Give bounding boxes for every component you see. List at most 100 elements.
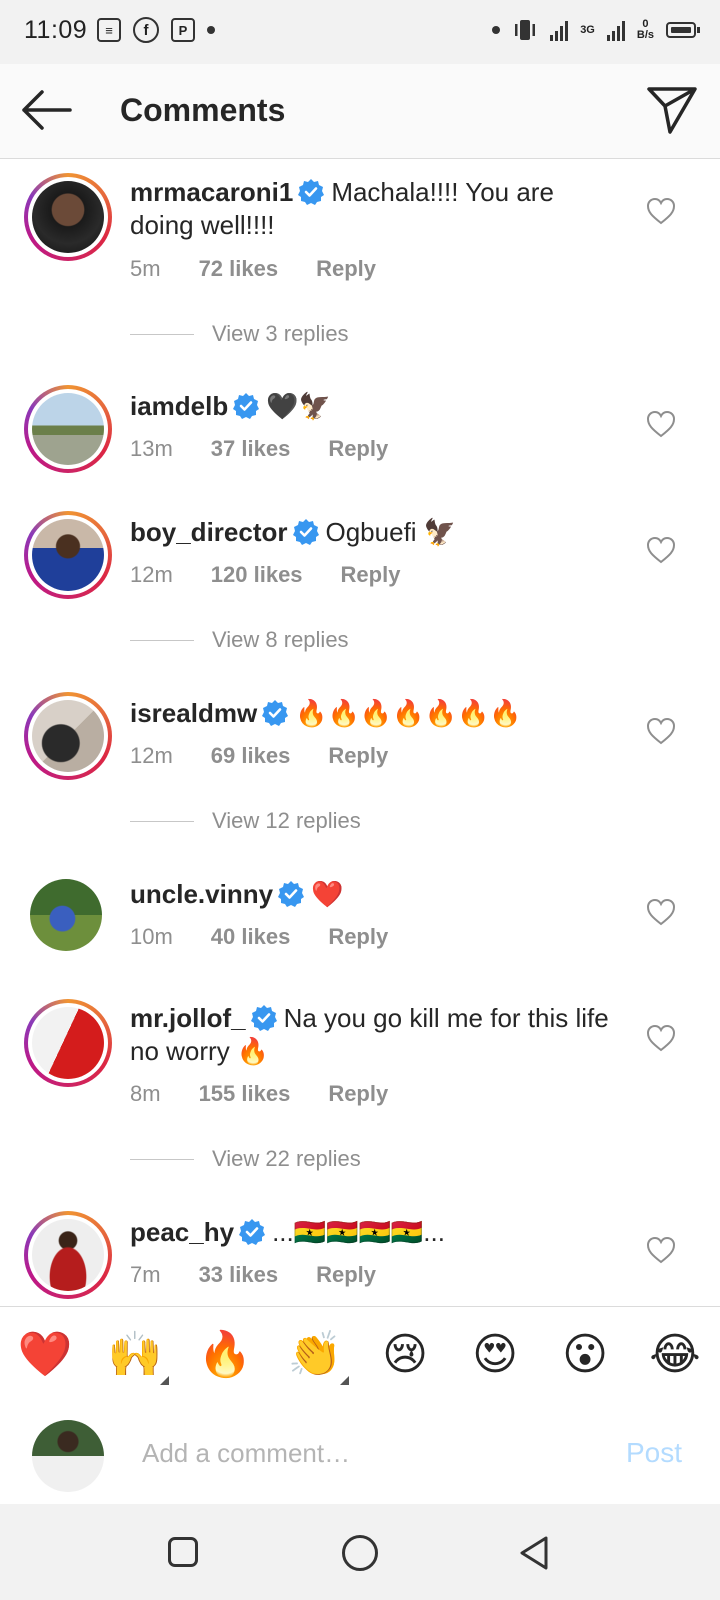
emoji-raised-hands-button[interactable]: 🙌 [105,1325,169,1385]
emoji-clap-button[interactable]: 👏 [285,1325,349,1385]
recent-apps-button[interactable] [168,1537,198,1567]
like-heart-icon[interactable] [646,197,676,225]
reply-button[interactable]: Reply [328,924,388,950]
comment-likes[interactable]: 69 likes [211,743,291,769]
comment-username[interactable]: mr.jollof_ [130,1003,246,1033]
comment-likes[interactable]: 72 likes [199,256,279,282]
comment-likes[interactable]: 40 likes [211,924,291,950]
comment-input[interactable] [142,1431,582,1475]
comment-username[interactable]: iamdelb [130,391,228,421]
page-title: Comments [120,92,286,128]
comment-body: ❤️ [311,879,344,909]
system-back-icon[interactable] [516,1534,552,1572]
comment-time: 8m [130,1081,161,1106]
like-heart-icon[interactable] [646,410,676,438]
reply-button[interactable]: Reply [316,256,376,282]
comment-meta: 10m 40 likes Reply [130,924,388,950]
comments-list[interactable]: mrmacaroni1 Machala!!!! You are doing wel… [0,159,720,1306]
comment-text: uncle.vinny ❤️ [130,878,610,911]
comment-body: ...🇬🇭🇬🇭🇬🇭🇬🇭... [272,1217,445,1247]
comment-text: isrealdmw 🔥🔥🔥🔥🔥🔥🔥 [130,697,610,730]
comments-header: Comments [0,64,720,159]
comment-likes[interactable]: 33 likes [199,1262,279,1288]
avatar[interactable] [24,1211,112,1299]
post-button[interactable]: Post [626,1437,682,1469]
view-replies-label: View 3 replies [212,321,349,346]
comment-body: 🖤🦅 [266,391,331,421]
avatar[interactable] [24,385,112,473]
like-heart-icon[interactable] [646,898,676,926]
view-replies-button[interactable]: View 22 replies [130,1146,361,1172]
reply-button[interactable]: Reply [341,562,401,588]
view-replies-label: View 22 replies [212,1146,361,1171]
status-time: 11:09 [24,16,88,44]
status-bar: 11:09 ≡ f P 3G 0 B/s [0,0,720,64]
more-notifications-dot [207,26,215,34]
view-replies-button[interactable]: View 8 replies [130,627,349,653]
comment-text: boy_director Ogbuefi 🦅 [130,516,610,549]
comment-meta: 13m 37 likes Reply [130,436,388,462]
comment-username[interactable]: boy_director [130,517,288,547]
emoji-heart-button[interactable]: ❤️ [15,1325,75,1385]
comment-meta: 12m 120 likes Reply [130,562,400,588]
system-navigation-bar [0,1504,720,1600]
comment-username[interactable]: mrmacaroni1 [130,177,293,207]
like-heart-icon[interactable] [646,1024,676,1052]
comment-time: 5m [130,256,161,281]
comment-username[interactable]: uncle.vinny [130,879,273,909]
verified-badge-icon [239,1219,266,1245]
reply-button[interactable]: Reply [316,1262,376,1288]
verified-badge-icon [250,1005,277,1031]
comment-time: 10m [130,924,173,949]
emoji-heart-eyes-button[interactable]: 😍 [465,1325,525,1385]
comment-meta: 5m 72 likes Reply [130,256,376,282]
comment-text: mr.jollof_ Na you go kill me for this lif… [130,1002,610,1068]
avatar[interactable] [24,999,112,1087]
emoji-crying-button[interactable]: 😢 [375,1325,435,1385]
comment-username[interactable]: peac_hy [130,1217,234,1247]
like-heart-icon[interactable] [646,536,676,564]
reply-button[interactable]: Reply [328,436,388,462]
replies-divider [130,1158,194,1160]
signal-icon-2 [606,19,625,41]
home-button[interactable] [342,1535,378,1571]
emoji-surprised-button[interactable]: 😮 [555,1325,615,1385]
share-direct-icon[interactable] [646,84,698,136]
avatar[interactable] [24,511,112,599]
avatar[interactable] [24,873,112,961]
like-heart-icon[interactable] [646,1236,676,1264]
comment-likes[interactable]: 120 likes [211,562,303,588]
app-notification-icon: P [171,18,195,42]
comment-text: iamdelb 🖤🦅 [130,390,610,423]
back-arrow-icon[interactable] [20,86,72,134]
signal-icon [550,19,569,41]
comment-username[interactable]: isrealdmw [130,698,257,728]
avatar[interactable] [24,173,112,261]
reply-button[interactable]: Reply [328,743,388,769]
network-type: 3G [580,23,595,36]
network-speed: 0 B/s [636,18,654,41]
emoji-laughing-button[interactable]: 😂 [645,1325,705,1385]
emoji-reaction-bar: ❤️ 🙌 🔥 👏 😢 😍 😮 😂 [0,1306,720,1404]
skin-tone-indicator-icon [160,1376,169,1385]
replies-divider [130,639,194,641]
comment-time: 12m [130,743,173,768]
system-indicators: 3G 0 B/s [492,17,700,43]
battery-icon [666,22,700,38]
comment-composer: Post [0,1403,720,1503]
reply-button[interactable]: Reply [328,1081,388,1107]
comment-likes[interactable]: 37 likes [211,436,291,462]
comment-likes[interactable]: 155 likes [199,1081,291,1107]
view-replies-button[interactable]: View 3 replies [130,321,349,347]
my-avatar [32,1420,104,1492]
comment-time: 13m [130,436,173,461]
view-replies-button[interactable]: View 12 replies [130,808,361,834]
comment-text: peac_hy ...🇬🇭🇬🇭🇬🇭🇬🇭... [130,1216,610,1249]
like-heart-icon[interactable] [646,717,676,745]
verified-badge-icon [292,519,319,545]
view-replies-label: View 12 replies [212,808,361,833]
avatar[interactable] [24,692,112,780]
emoji-fire-button[interactable]: 🔥 [195,1325,255,1385]
indicator-dot [492,26,501,34]
verified-badge-icon [233,393,260,419]
